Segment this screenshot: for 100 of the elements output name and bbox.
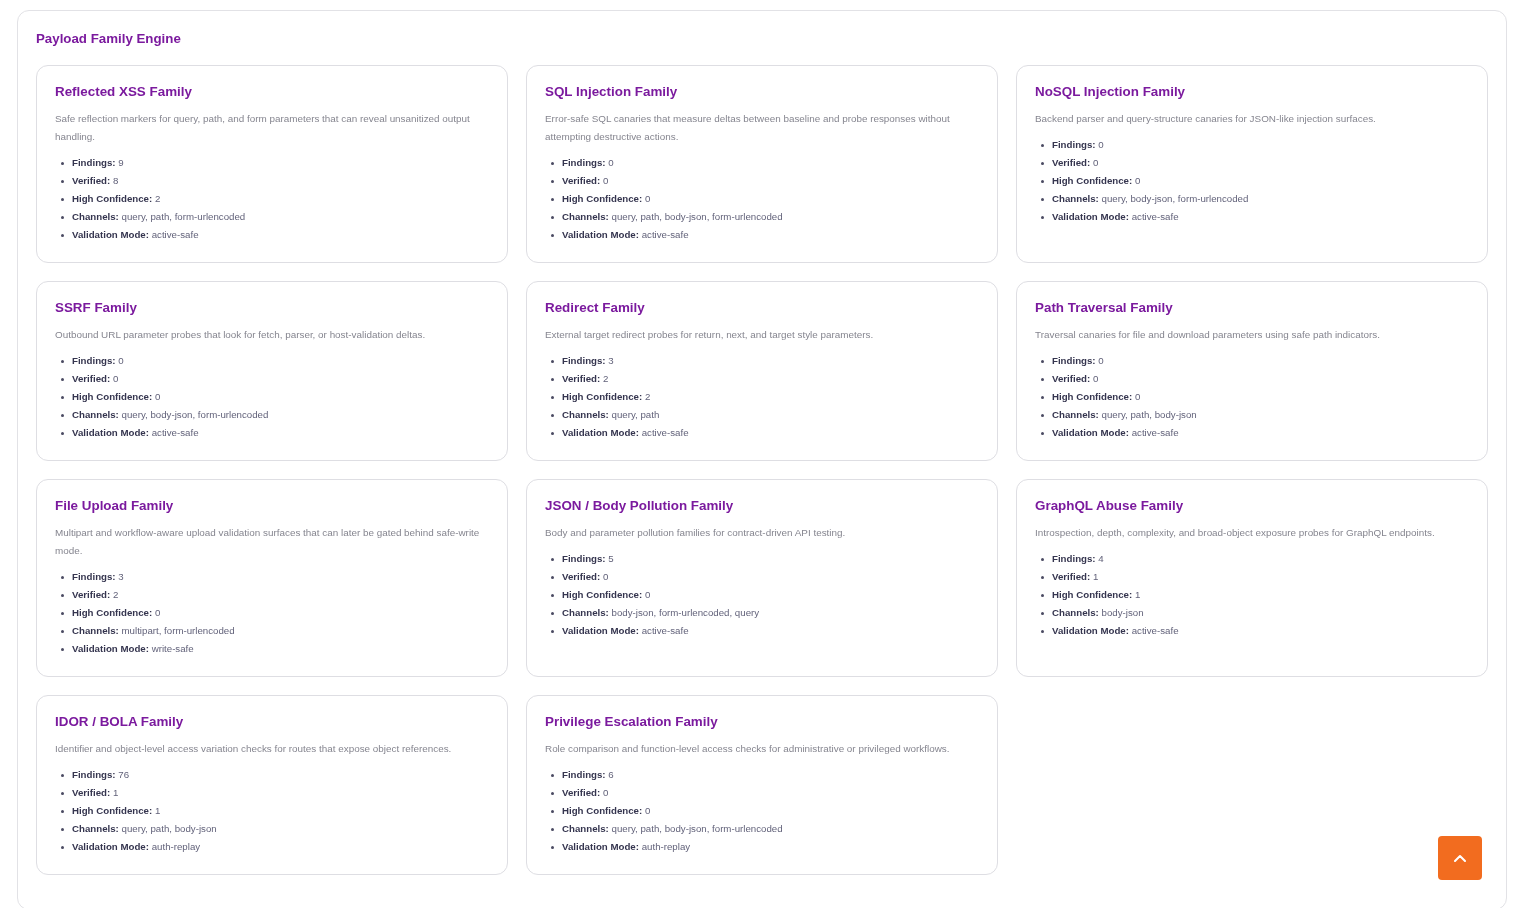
bullet-icon xyxy=(61,611,64,615)
stat-item: High Confidence: 0 xyxy=(1052,390,1141,404)
stat-item: High Confidence: 0 xyxy=(562,804,651,818)
stat-item: Validation Mode: active-safe xyxy=(1052,426,1179,440)
bullet-icon xyxy=(1041,197,1044,201)
stat-item: Findings: 6 xyxy=(562,768,614,782)
stat-item: High Confidence: 0 xyxy=(562,192,651,206)
stat-item: High Confidence: 0 xyxy=(562,588,651,602)
stat-item: Channels: multipart, form-urlencoded xyxy=(72,624,235,638)
stat-item: Verified: 1 xyxy=(1052,570,1099,584)
family-title: Reflected XSS Family xyxy=(55,83,192,101)
bullet-icon xyxy=(551,413,554,417)
stat-item: Channels: query, path, body-json, form-urlencoded xyxy=(562,822,783,836)
stat-item: High Confidence: 1 xyxy=(72,804,161,818)
bullet-icon xyxy=(551,233,554,237)
stat-item: Validation Mode: active-safe xyxy=(1052,210,1179,224)
bullet-icon xyxy=(1041,395,1044,399)
stat-item: Validation Mode: auth-replay xyxy=(72,840,201,854)
bullet-icon xyxy=(551,179,554,183)
stat-item: High Confidence: 0 xyxy=(72,606,161,620)
bullet-icon xyxy=(1041,575,1044,579)
bullet-icon xyxy=(61,197,64,201)
bullet-icon xyxy=(1041,557,1044,561)
stat-item: Validation Mode: write-safe xyxy=(72,642,194,656)
bullet-icon xyxy=(61,593,64,597)
family-title: Path Traversal Family xyxy=(1035,299,1173,317)
bullet-icon xyxy=(551,431,554,435)
bullet-icon xyxy=(551,359,554,363)
stat-item: Findings: 3 xyxy=(72,570,124,584)
family-description: Role comparison and function-level access checks for administrative or privileged workflows. xyxy=(545,742,951,756)
stat-item: Validation Mode: active-safe xyxy=(72,426,199,440)
bullet-icon xyxy=(61,179,64,183)
chevron-up-icon xyxy=(1454,854,1466,862)
family-description: Multipart and workflow-aware upload validation surfaces that can later be gated behind safe-write mode. xyxy=(55,526,481,558)
bullet-icon xyxy=(551,791,554,795)
bullet-icon xyxy=(61,791,64,795)
bullet-icon xyxy=(1041,161,1044,165)
stat-item: Validation Mode: active-safe xyxy=(72,228,199,242)
stat-item: Validation Mode: auth-replay xyxy=(562,840,691,854)
stat-item: Findings: 0 xyxy=(562,156,614,170)
scroll-to-top-button[interactable] xyxy=(1438,836,1482,880)
bullet-icon xyxy=(551,809,554,813)
bullet-icon xyxy=(1041,143,1044,147)
bullet-icon xyxy=(61,575,64,579)
bullet-icon xyxy=(61,395,64,399)
bullet-icon xyxy=(61,827,64,831)
family-description: Traversal canaries for file and download parameters using safe path indicators. xyxy=(1035,328,1381,342)
stat-item: Findings: 9 xyxy=(72,156,124,170)
bullet-icon xyxy=(1041,359,1044,363)
family-title: NoSQL Injection Family xyxy=(1035,83,1186,101)
stat-item: Verified: 8 xyxy=(72,174,119,188)
bullet-icon xyxy=(551,377,554,381)
stat-item: Findings: 3 xyxy=(562,354,614,368)
stat-item: Channels: query, path, body-json, form-urlencoded xyxy=(562,210,783,224)
stat-item: Channels: query, body-json, form-urlencoded xyxy=(72,408,269,422)
bullet-icon xyxy=(1041,593,1044,597)
family-description: Error-safe SQL canaries that measure deltas between baseline and probe responses without attempting destructive actions. xyxy=(545,112,951,144)
bullet-icon xyxy=(61,431,64,435)
family-title: SQL Injection Family xyxy=(545,83,678,101)
stat-item: Findings: 76 xyxy=(72,768,130,782)
stat-item: Verified: 0 xyxy=(1052,372,1099,386)
bullet-icon xyxy=(551,845,554,849)
bullet-icon xyxy=(61,377,64,381)
bullet-icon xyxy=(1041,215,1044,219)
stat-item: Channels: query, path, body-json xyxy=(1052,408,1197,422)
stat-item: Verified: 0 xyxy=(562,570,609,584)
stat-item: Validation Mode: active-safe xyxy=(1052,624,1179,638)
stat-item: Verified: 0 xyxy=(562,174,609,188)
stat-item: Findings: 0 xyxy=(72,354,124,368)
family-title: Privilege Escalation Family xyxy=(545,713,718,731)
stat-item: Channels: query, path, body-json xyxy=(72,822,217,836)
bullet-icon xyxy=(1041,629,1044,633)
bullet-icon xyxy=(1041,431,1044,435)
bullet-icon xyxy=(61,809,64,813)
stat-item: High Confidence: 1 xyxy=(1052,588,1141,602)
stat-item: Validation Mode: active-safe xyxy=(562,624,689,638)
bullet-icon xyxy=(1041,377,1044,381)
bullet-icon xyxy=(61,233,64,237)
family-title: IDOR / BOLA Family xyxy=(55,713,184,731)
stat-item: Verified: 0 xyxy=(72,372,119,386)
family-description: Backend parser and query-structure canaries for JSON-like injection surfaces. xyxy=(1035,112,1377,126)
bullet-icon xyxy=(551,575,554,579)
stat-item: Channels: body-json xyxy=(1052,606,1144,620)
family-title: File Upload Family xyxy=(55,497,174,515)
stat-item: High Confidence: 2 xyxy=(562,390,651,404)
family-description: Introspection, depth, complexity, and broad-object exposure probes for GraphQL endpoints. xyxy=(1035,526,1436,540)
family-description: External target redirect probes for return, next, and target style parameters. xyxy=(545,328,875,342)
bullet-icon xyxy=(61,359,64,363)
stat-item: Channels: query, path, form-urlencoded xyxy=(72,210,246,224)
stat-item: High Confidence: 0 xyxy=(1052,174,1141,188)
stat-item: Channels: query, body-json, form-urlencoded xyxy=(1052,192,1249,206)
bullet-icon xyxy=(551,197,554,201)
bullet-icon xyxy=(61,215,64,219)
stat-item: Channels: body-json, form-urlencoded, query xyxy=(562,606,760,620)
bullet-icon xyxy=(1041,413,1044,417)
family-title: GraphQL Abuse Family xyxy=(1035,497,1184,515)
stat-item: Findings: 4 xyxy=(1052,552,1104,566)
bullet-icon xyxy=(61,629,64,633)
stat-item: Validation Mode: active-safe xyxy=(562,228,689,242)
family-title: Redirect Family xyxy=(545,299,645,317)
